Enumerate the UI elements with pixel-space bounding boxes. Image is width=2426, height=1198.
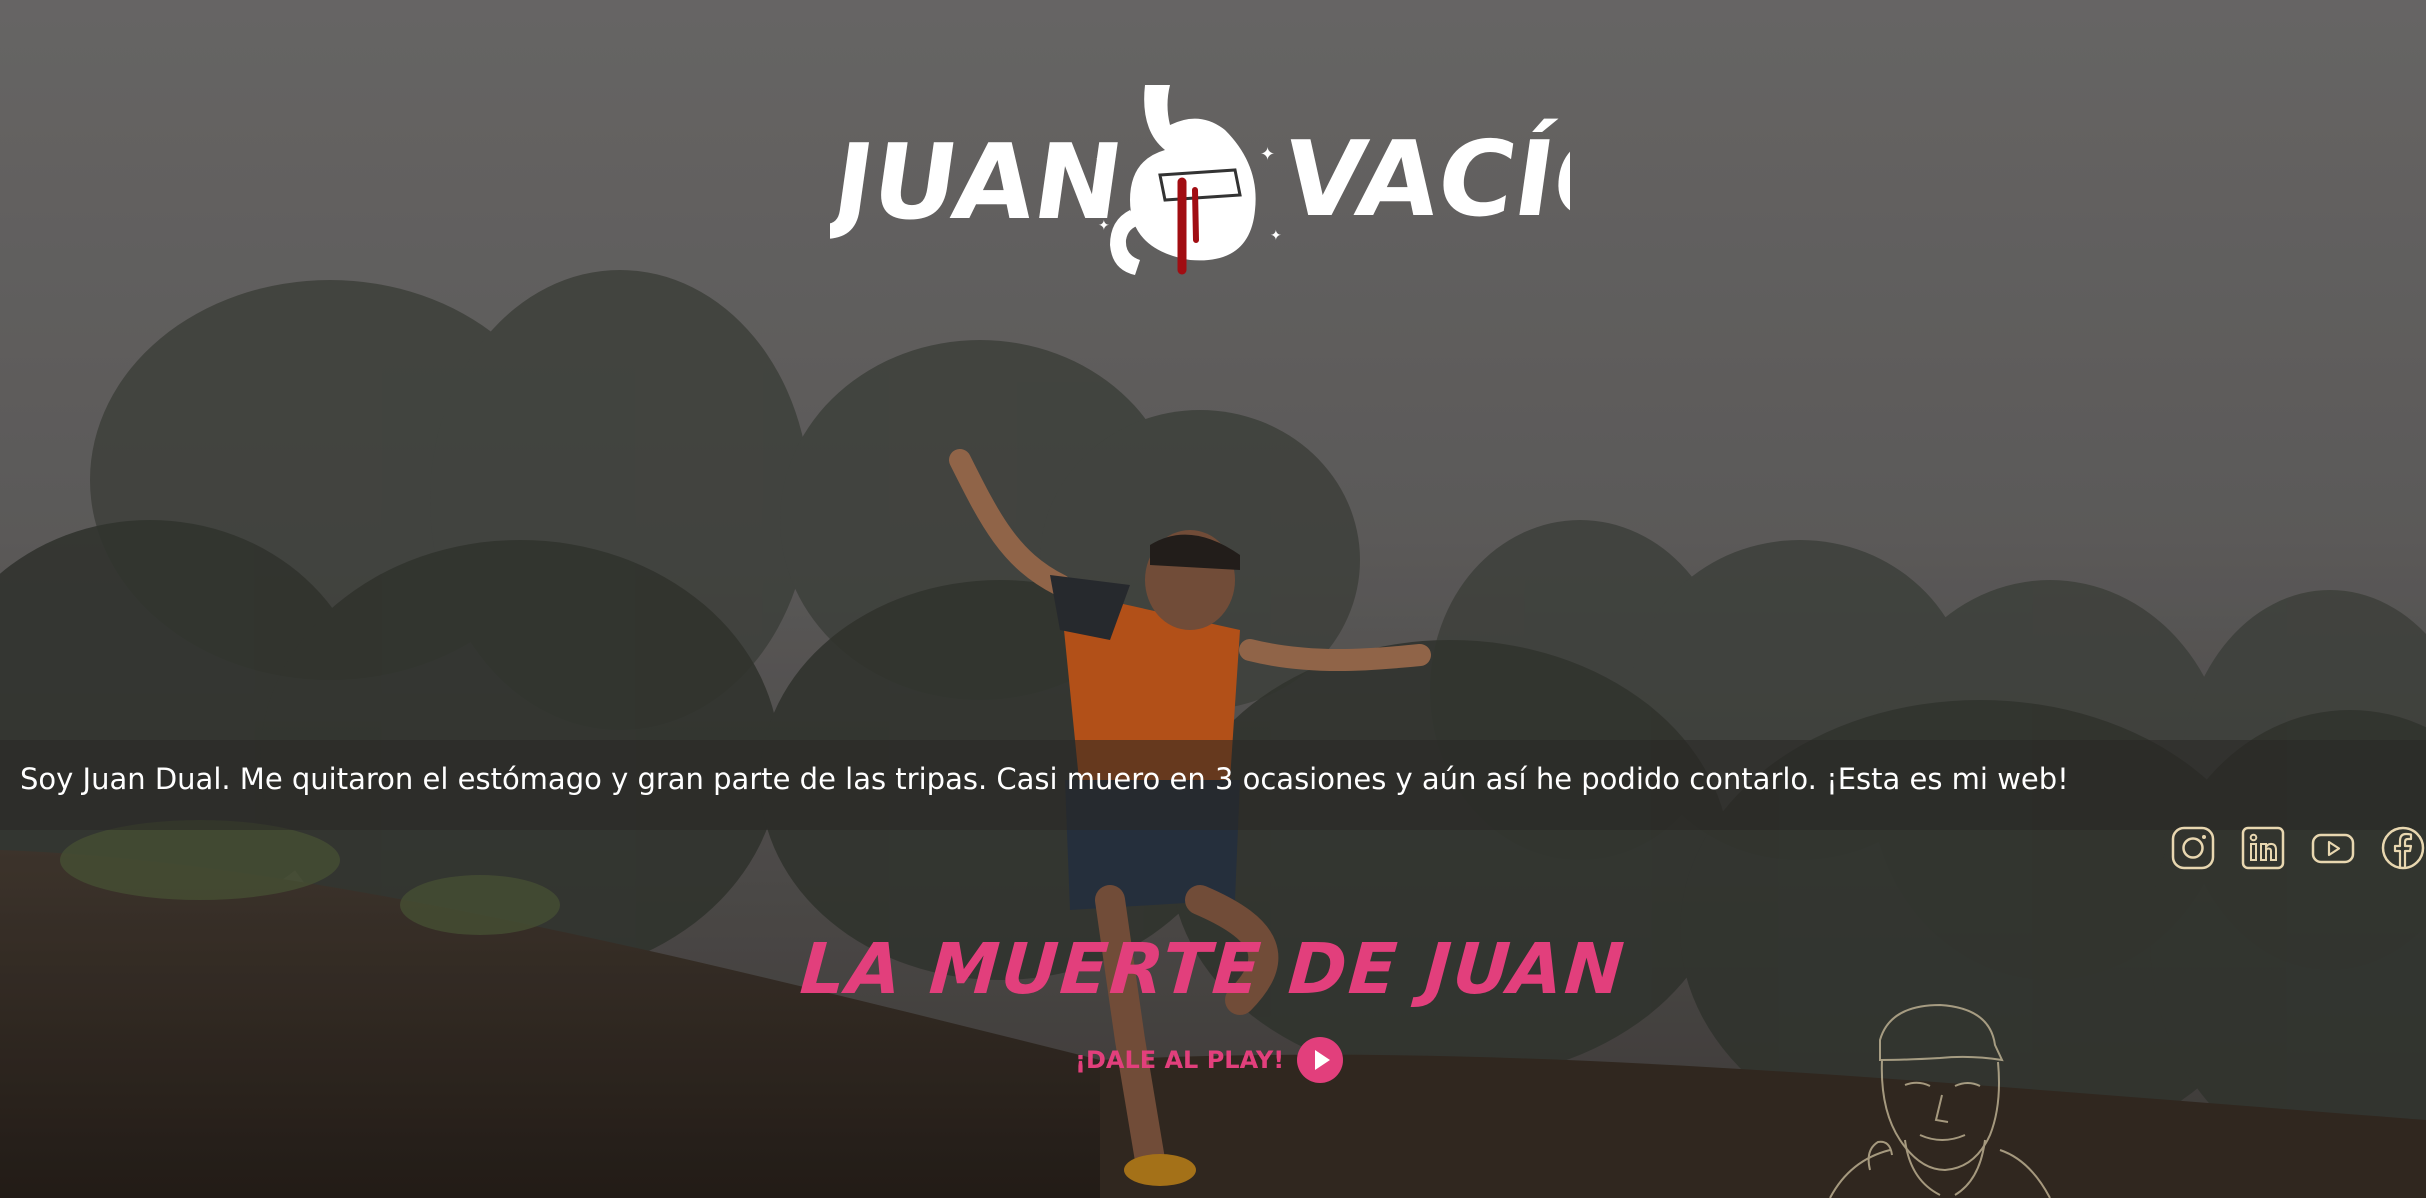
social-links: [2170, 825, 2426, 871]
svg-text:✦: ✦: [1095, 149, 1110, 169]
facebook-link[interactable]: [2380, 825, 2426, 871]
logo-word-left: JUAN: [830, 121, 1130, 242]
play-icon: [1297, 1037, 1344, 1083]
headline: LA MUERTE DE JUAN: [797, 928, 1629, 1010]
play-label: ¡DALE AL PLAY!: [1075, 1046, 1285, 1074]
linkedin-link[interactable]: [2240, 825, 2286, 871]
intro-text: Soy Juan Dual. Me quitaron el estómago y…: [20, 762, 2069, 796]
bearded-man-sketch: [1829, 1003, 2051, 1198]
instagram-icon: [2171, 826, 2215, 870]
youtube-icon: [2311, 833, 2355, 864]
facebook-icon: [2381, 826, 2425, 870]
instagram-link[interactable]: [2170, 825, 2216, 871]
play-button[interactable]: ¡DALE AL PLAY!: [1075, 1036, 1344, 1084]
youtube-link[interactable]: [2310, 825, 2356, 871]
juan-vacio-logo[interactable]: JUAN VACÍO ✦ ✦ ✦ ✦: [830, 70, 1570, 300]
linkedin-icon: [2241, 826, 2285, 870]
svg-text:✦: ✦: [1270, 227, 1282, 243]
svg-text:✦: ✦: [1260, 144, 1275, 164]
svg-text:✦: ✦: [1098, 217, 1110, 233]
hero-section: JUAN VACÍO ✦ ✦ ✦ ✦ Soy Juan Dual. Me qui…: [0, 0, 2426, 1198]
stomach-icon: ✦ ✦ ✦ ✦: [1095, 85, 1282, 275]
logo-word-right: VACÍO: [1276, 117, 1570, 239]
